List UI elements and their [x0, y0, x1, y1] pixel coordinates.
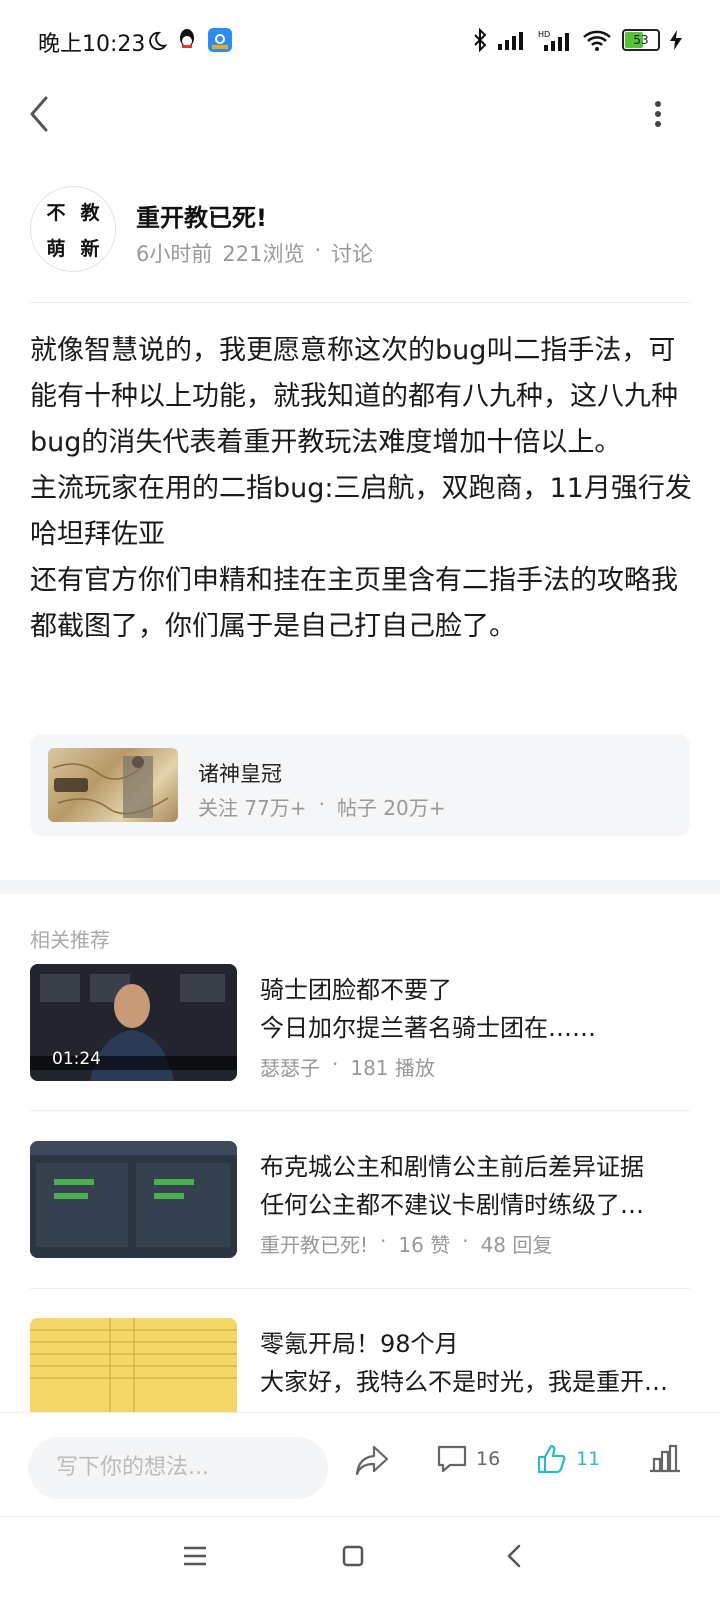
section-divider	[0, 880, 720, 894]
related-item[interactable]: 布克城公主和剧情公主前后差异证据 任何公主都不建议卡剧情时练级了… 重开教已死!…	[30, 1141, 690, 1261]
divider	[30, 302, 690, 303]
signal-icon	[498, 32, 523, 50]
divider	[30, 1110, 690, 1111]
status-time: 晚上10:23	[38, 32, 146, 57]
system-navigation-bar	[0, 1516, 720, 1601]
status-icons: HD 53	[472, 28, 682, 52]
forum-stats: 关注 77万+ · 帖子 20万+	[198, 792, 446, 820]
thumbs-up-icon	[537, 1444, 566, 1474]
charging-icon	[670, 30, 682, 50]
share-button[interactable]	[354, 1443, 390, 1477]
related-title: 骑士团脸都不要了	[260, 976, 452, 1004]
related-meta: 瑟瑟子 · 181 播放	[260, 1052, 435, 1080]
related-title: 零氪开局！98个月	[260, 1330, 459, 1358]
avatar[interactable]: 不 教 萌 新	[30, 186, 116, 272]
related-snippet: 任何公主都不建议卡剧情时练级了…	[260, 1191, 644, 1219]
forum-card[interactable]: 诸神皇冠 关注 77万+ · 帖子 20万+	[30, 734, 690, 836]
moon-icon	[146, 30, 168, 56]
comment-count: 16	[476, 1448, 501, 1470]
status-bar: 晚上10:23 HD 53	[0, 0, 720, 84]
bottom-action-bar: 写下你的想法... 16 11	[0, 1412, 720, 1517]
author-name[interactable]: 重开教已死!	[136, 198, 267, 233]
back-button[interactable]	[26, 92, 62, 136]
qq-icon	[176, 28, 198, 56]
post-paragraph: 就像智慧说的，我更愿意称这次的bug叫二指手法，可能有十种以上功能，就我知道的都…	[30, 335, 678, 458]
menu-icon	[184, 1546, 206, 1566]
bar-chart-icon	[650, 1444, 680, 1473]
forum-thumbnail	[48, 748, 178, 822]
app-notification-icon	[208, 28, 232, 52]
related-snippet: 今日加尔提兰著名骑士团在……	[260, 1014, 596, 1042]
related-title: 布克城公主和剧情公主前后差异证据	[260, 1153, 644, 1181]
post-body: 就像智慧说的，我更愿意称这次的bug叫二指手法，可能有十种以上功能，就我知道的都…	[30, 328, 694, 650]
related-item[interactable]: 01:24 骑士团脸都不要了 今日加尔提兰著名骑士团在…… 瑟瑟子 · 181 …	[30, 964, 690, 1084]
forum-posts: 帖子 20万+	[336, 796, 446, 820]
related-section-title: 相关推荐	[30, 928, 110, 952]
system-back-button[interactable]	[502, 1543, 528, 1573]
comment-button[interactable]: 16	[436, 1443, 500, 1475]
chevron-left-icon	[507, 1544, 521, 1568]
post-meta: 6小时前 221浏览 · 讨论	[136, 238, 374, 268]
video-duration: 01:24	[52, 1049, 101, 1069]
post-category[interactable]: 讨论	[331, 238, 373, 268]
battery-icon: 53	[622, 29, 660, 51]
forum-name: 诸神皇冠	[198, 762, 282, 786]
post-paragraph: 主流玩家在用的二指bug:三启航，双跑商，11月强行发哈坦拜佐亚	[30, 473, 692, 550]
svg-text:HD: HD	[538, 30, 550, 39]
like-button[interactable]: 11	[536, 1443, 600, 1475]
post-paragraph: 还有官方你们申精和挂在主页里含有二指手法的攻略我都截图了，你们属于是自己打自己脸…	[30, 565, 678, 642]
home-icon	[342, 1545, 364, 1567]
chevron-left-icon	[30, 96, 48, 132]
home-button[interactable]	[340, 1543, 366, 1573]
comment-input[interactable]: 写下你的想法...	[28, 1437, 328, 1499]
like-count: 11	[576, 1448, 601, 1470]
bluetooth-icon	[474, 28, 487, 52]
more-vertical-icon	[655, 101, 661, 127]
video-thumbnail: 01:24	[30, 964, 237, 1081]
stats-button[interactable]	[648, 1443, 682, 1473]
related-snippet: 大家好，我特么不是时光，我是重开…	[260, 1368, 668, 1396]
wifi-icon	[583, 30, 611, 51]
menu-button[interactable]	[180, 1543, 210, 1573]
more-options-button[interactable]	[648, 92, 672, 136]
signal-hd-icon: HD	[538, 30, 569, 51]
view-count: 221浏览	[222, 242, 305, 266]
share-icon	[355, 1445, 389, 1476]
divider	[30, 1288, 690, 1289]
forum-follow: 关注 77万+	[198, 796, 307, 820]
comment-icon	[437, 1445, 467, 1473]
post-time: 6小时前	[136, 242, 213, 266]
related-meta: 重开教已死! · 16 赞 · 48 回复	[260, 1229, 553, 1257]
post-thumbnail	[30, 1141, 237, 1258]
